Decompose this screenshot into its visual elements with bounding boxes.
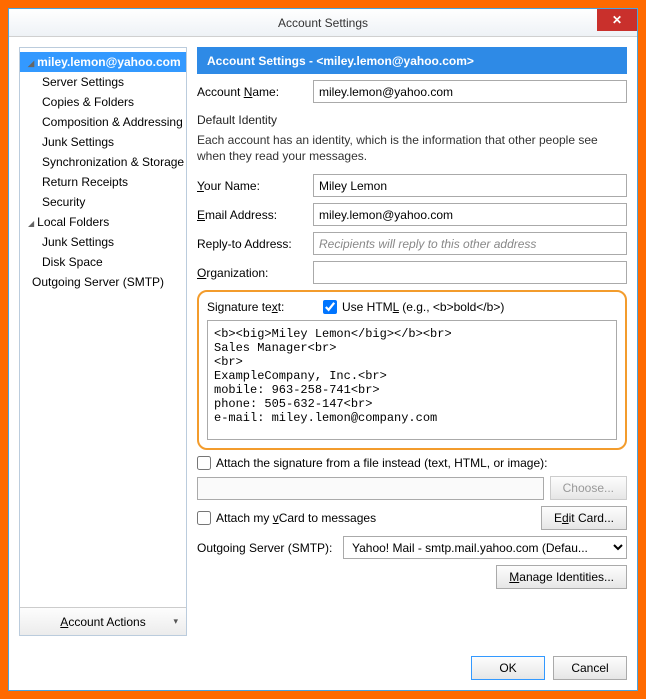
vcard-input[interactable] [197, 511, 211, 525]
attach-file-row: Choose... [197, 476, 627, 500]
your-name-label: Your Name: [197, 179, 307, 193]
email-row: Email Address: [197, 203, 627, 226]
tree-account-root[interactable]: miley.lemon@yahoo.com [20, 52, 186, 72]
spacer [197, 595, 627, 636]
tree-server-settings[interactable]: Server Settings [20, 72, 186, 92]
panel-header: Account Settings - <miley.lemon@yahoo.co… [197, 47, 627, 74]
attach-file-label: Attach the signature from a file instead… [216, 456, 547, 470]
header-account: <miley.lemon@yahoo.com> [316, 54, 474, 68]
vcard-label: Attach my vCard to messages [216, 511, 376, 525]
manage-identities-button[interactable]: Manage Identities... [496, 565, 627, 589]
use-html-label: Use HTML (e.g., <b>bold</b>) [342, 300, 504, 314]
signature-box: Signature text: Use HTML (e.g., <b>bold<… [197, 290, 627, 450]
signature-textarea[interactable]: <b><big>Miley Lemon</big></b><br> Sales … [207, 320, 617, 440]
body: miley.lemon@yahoo.com Server Settings Co… [9, 37, 637, 646]
window-title: Account Settings [9, 16, 637, 30]
header-prefix: Account Settings - [207, 54, 316, 68]
chevron-down-icon: ▾ [173, 616, 178, 627]
account-actions-label: Account Actions [60, 615, 145, 629]
manage-row: Manage Identities... [197, 565, 627, 589]
account-settings-window: Account Settings ✕ miley.lemon@yahoo.com… [8, 8, 638, 691]
smtp-select[interactable]: Yahoo! Mail - smtp.mail.yahoo.com (Defau… [343, 536, 627, 559]
email-label: Email Address: [197, 208, 307, 222]
ok-button[interactable]: OK [471, 656, 545, 680]
cancel-button[interactable]: Cancel [553, 656, 627, 680]
sidebar: miley.lemon@yahoo.com Server Settings Co… [19, 47, 187, 636]
account-name-label: Account Name: [197, 85, 307, 99]
vcard-checkbox[interactable]: Attach my vCard to messages [197, 511, 376, 525]
your-name-row: Your Name: [197, 174, 627, 197]
tree-outgoing-smtp[interactable]: Outgoing Server (SMTP) [20, 272, 186, 292]
vcard-row: Attach my vCard to messages Edit Card... [197, 506, 627, 530]
tree-sync-storage[interactable]: Synchronization & Storage [20, 152, 186, 172]
use-html-input[interactable] [323, 300, 337, 314]
reply-label: Reply-to Address: [197, 237, 307, 251]
dialog-footer: OK Cancel [9, 646, 637, 690]
attach-file-input[interactable] [197, 456, 211, 470]
tree-local-folders[interactable]: Local Folders [20, 212, 186, 232]
email-input[interactable] [313, 203, 627, 226]
close-button[interactable]: ✕ [597, 9, 637, 31]
org-label: Organization: [197, 266, 307, 280]
tree-lf-disk[interactable]: Disk Space [20, 252, 186, 272]
org-input[interactable] [313, 261, 627, 284]
tree-junk[interactable]: Junk Settings [20, 132, 186, 152]
account-tree: miley.lemon@yahoo.com Server Settings Co… [20, 48, 186, 607]
edit-card-button[interactable]: Edit Card... [541, 506, 627, 530]
main-panel: Account Settings - <miley.lemon@yahoo.co… [197, 47, 627, 636]
your-name-input[interactable] [313, 174, 627, 197]
tree-security[interactable]: Security [20, 192, 186, 212]
attach-file-checkbox[interactable]: Attach the signature from a file instead… [197, 456, 627, 470]
close-icon: ✕ [612, 13, 622, 27]
reply-row: Reply-to Address: [197, 232, 627, 255]
smtp-row: Outgoing Server (SMTP): Yahoo! Mail - sm… [197, 536, 627, 559]
account-name-row: Account Name: [197, 80, 627, 103]
tree-return-receipts[interactable]: Return Receipts [20, 172, 186, 192]
tree-lf-junk[interactable]: Junk Settings [20, 232, 186, 252]
org-row: Organization: [197, 261, 627, 284]
tree-composition[interactable]: Composition & Addressing [20, 112, 186, 132]
signature-header-row: Signature text: Use HTML (e.g., <b>bold<… [207, 300, 617, 314]
choose-button: Choose... [550, 476, 627, 500]
tree-copies-folders[interactable]: Copies & Folders [20, 92, 186, 112]
default-identity-desc: Each account has an identity, which is t… [197, 133, 627, 164]
reply-input[interactable] [313, 232, 627, 255]
account-actions-button[interactable]: Account Actions ▾ [20, 607, 186, 635]
attach-file-path-input [197, 477, 544, 500]
default-identity-title: Default Identity [197, 113, 627, 127]
smtp-label: Outgoing Server (SMTP): [197, 541, 337, 555]
titlebar: Account Settings ✕ [9, 9, 637, 37]
use-html-checkbox[interactable]: Use HTML (e.g., <b>bold</b>) [323, 300, 504, 314]
signature-label: Signature text: [207, 300, 317, 314]
account-name-input[interactable] [313, 80, 627, 103]
